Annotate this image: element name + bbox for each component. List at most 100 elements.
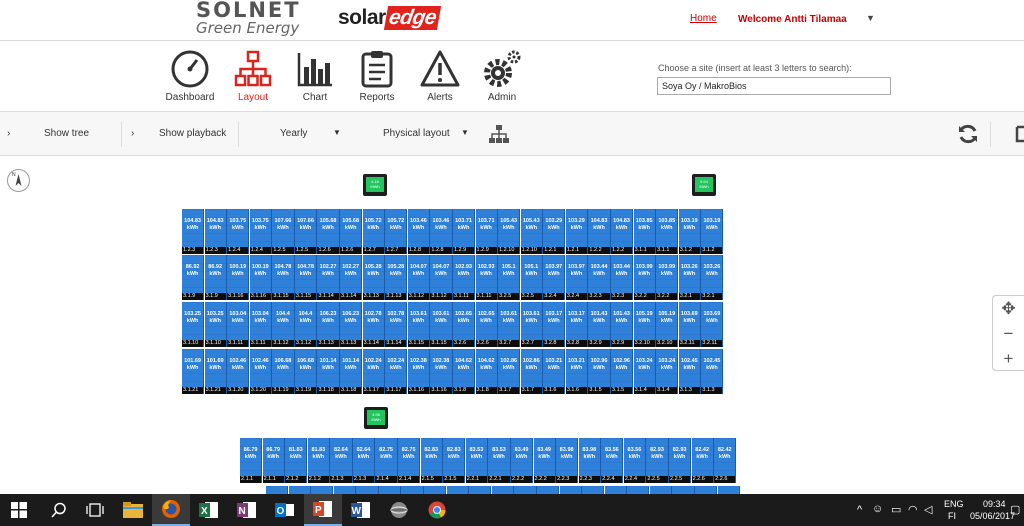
solar-panel[interactable]: 101.14 kWh 3.1.18 (317, 349, 340, 394)
solar-panel[interactable]: 103.69 kWh 3.2.11 (678, 302, 701, 347)
solar-panel[interactable]: 103.85 kWh 3.1.1 (633, 209, 656, 254)
solar-panel[interactable]: 82.64 kWh 2.1.3 (352, 438, 376, 483)
solar-panel[interactable]: 102.96 kWh 3.1.5 (610, 349, 634, 394)
solar-panel[interactable]: 82.75 kWh 2.1.4 (375, 438, 398, 483)
solar-panel[interactable]: 106.23 kWh 3.1.13 (340, 302, 363, 347)
solar-panel[interactable]: 106.68 kWh 3.1.19 (272, 349, 295, 394)
solar-panel[interactable] (491, 486, 514, 494)
outlook-icon[interactable]: O (266, 494, 304, 526)
solar-panel[interactable]: 82.93 kWh 2.2.5 (646, 438, 669, 483)
show-playback-button[interactable]: Show playback (159, 128, 226, 139)
word-icon[interactable]: W (342, 494, 380, 526)
file-explorer-icon[interactable] (114, 494, 152, 526)
solar-panel[interactable]: 86.79 kWh 2.1.1 (262, 438, 285, 483)
zoom-out-icon[interactable]: − (993, 321, 1024, 346)
solar-panel[interactable]: 102.96 kWh 3.1.5 (588, 349, 611, 394)
solar-panel[interactable]: 102.27 kWh 3.1.14 (340, 255, 363, 300)
solar-panel[interactable] (446, 486, 469, 494)
solar-panel[interactable]: 102.86 kWh 3.1.7 (520, 349, 543, 394)
solar-panel[interactable]: 104.83 kWh 1.2.3 (182, 209, 205, 254)
solar-panel[interactable]: 103.69 kWh 3.2.11 (701, 302, 724, 347)
solar-panel[interactable]: 104.83 kWh 1.2.3 (204, 209, 227, 254)
hierarchy-icon[interactable] (488, 124, 510, 147)
wifi-icon[interactable]: ◠ (908, 503, 918, 516)
solar-panel[interactable]: 103.44 kWh 3.2.3 (588, 255, 611, 300)
solar-panel[interactable]: 104.83 kWh 1.2.2 (610, 209, 634, 254)
solar-panel[interactable]: 102.45 kWh 3.1.3 (678, 349, 701, 394)
solar-panel[interactable]: 81.83 kWh 2.1.2 (285, 438, 308, 483)
solar-panel[interactable]: 102.45 kWh 3.1.3 (701, 349, 724, 394)
nav-alerts[interactable]: Alerts (410, 49, 470, 103)
solar-panel[interactable]: 86.92 kWh 3.1.9 (182, 255, 205, 300)
search-icon[interactable] (40, 494, 78, 526)
solar-panel[interactable]: 105.68 kWh 1.2.6 (340, 209, 363, 254)
solar-panel[interactable]: 101.69 kWh 3.1.21 (182, 349, 205, 394)
solar-panel[interactable]: 103.29 kWh 1.2.1 (565, 209, 589, 254)
solar-panel[interactable]: 103.61 kWh 3.2.7 (498, 302, 521, 347)
solar-panel[interactable]: 103.61 kWh 3.1.15 (407, 302, 430, 347)
solar-panel[interactable]: 103.97 kWh 3.2.4 (543, 255, 566, 300)
solar-panel[interactable]: 105.28 kWh 3.1.13 (362, 255, 385, 300)
solar-panel[interactable]: 102.38 kWh 3.1.16 (407, 349, 430, 394)
inverter[interactable]: 9.94 MWh (692, 174, 716, 196)
solar-panel[interactable]: 83.53 kWh 2.2.1 (465, 438, 488, 483)
solar-panel[interactable]: 105.1 kWh 3.2.5 (520, 255, 543, 300)
solar-panel[interactable]: 102.86 kWh 3.1.7 (498, 349, 521, 394)
pan-icon[interactable]: ✥ (993, 296, 1024, 321)
solar-panel[interactable]: 105.43 kWh 1.2.10 (520, 209, 543, 254)
solar-panel[interactable]: 82.64 kWh 2.1.3 (330, 438, 353, 483)
solar-panel[interactable]: 104.4 kWh 3.1.12 (294, 302, 318, 347)
solar-panel[interactable]: 103.19 kWh 3.1.2 (701, 209, 724, 254)
solar-panel[interactable]: 102.46 kWh 3.1.20 (249, 349, 272, 394)
nav-dashboard[interactable]: Dashboard (160, 49, 220, 103)
solar-panel[interactable] (288, 486, 311, 494)
solar-panel[interactable]: 81.83 kWh 2.1.2 (307, 438, 330, 483)
solar-panel[interactable]: 102.38 kWh 3.1.16 (430, 349, 453, 394)
solar-panel[interactable]: 103.99 kWh 3.2.2 (656, 255, 679, 300)
solar-panel[interactable]: 103.21 kWh 3.1.6 (565, 349, 589, 394)
solar-panel[interactable]: 102.24 kWh 3.1.17 (385, 349, 408, 394)
solar-panel[interactable]: 104.83 kWh 1.2.2 (588, 209, 611, 254)
solar-panel[interactable]: 82.42 kWh 2.2.6 (714, 438, 737, 483)
solar-panel[interactable]: 103.71 kWh 1.2.9 (452, 209, 476, 254)
app-sphere-icon[interactable] (380, 494, 418, 526)
solar-panel[interactable]: 100.19 kWh 3.1.16 (227, 255, 250, 300)
solar-panel[interactable]: 107.66 kWh 1.2.5 (272, 209, 295, 254)
solar-panel[interactable]: 82.42 kWh 2.2.6 (691, 438, 714, 483)
solar-panel[interactable]: 103.99 kWh 3.2.2 (633, 255, 656, 300)
solar-panel[interactable]: 102.24 kWh 3.1.17 (362, 349, 385, 394)
inverter[interactable]: 4.18 MWh (363, 174, 387, 196)
solar-panel[interactable]: 102.78 kWh 3.1.14 (385, 302, 408, 347)
solar-panel[interactable]: 103.25 kWh 3.1.10 (204, 302, 227, 347)
solar-panel[interactable]: 101.43 kWh 3.2.9 (610, 302, 634, 347)
solar-panel[interactable]: 103.26 kWh 3.2.1 (701, 255, 724, 300)
solar-panel[interactable] (378, 486, 402, 494)
solar-panel[interactable]: 104.4 kWh 3.1.12 (272, 302, 295, 347)
solar-panel[interactable] (469, 486, 492, 494)
solar-panel[interactable] (694, 486, 718, 494)
solar-panel[interactable]: 103.21 kWh 3.1.6 (543, 349, 566, 394)
solar-panel[interactable] (514, 486, 537, 494)
solar-panel[interactable]: 103.97 kWh 3.2.4 (565, 255, 589, 300)
solar-panel[interactable]: 103.61 kWh 3.2.7 (520, 302, 543, 347)
solar-panel[interactable]: 105.28 kWh 3.1.13 (385, 255, 408, 300)
inverter[interactable]: 4.96 MWh (364, 407, 388, 429)
solar-panel[interactable] (559, 486, 582, 494)
solar-panel[interactable]: 101.14 kWh 3.1.18 (340, 349, 363, 394)
solar-panel[interactable]: 82.83 kWh 2.1.5 (420, 438, 443, 483)
solar-panel[interactable]: 103.85 kWh 3.1.1 (656, 209, 679, 254)
solar-panel[interactable]: 83.49 kWh 2.2.2 (510, 438, 534, 483)
solar-panel[interactable]: 103.46 kWh 1.2.8 (430, 209, 453, 254)
tray-overflow-icon[interactable]: ^ (857, 504, 862, 516)
solar-panel[interactable]: 103.04 kWh 3.1.11 (227, 302, 250, 347)
solar-panel[interactable]: 105.1 kWh 3.2.5 (498, 255, 521, 300)
nav-chart[interactable]: Chart (285, 49, 345, 103)
nav-reports[interactable]: Reports (347, 49, 407, 103)
solar-panel[interactable]: 106.68 kWh 3.1.19 (294, 349, 318, 394)
solar-panel[interactable]: 106.23 kWh 3.1.13 (317, 302, 340, 347)
solar-panel[interactable] (672, 486, 695, 494)
solar-panel[interactable]: 82.75 kWh 2.1.4 (398, 438, 421, 483)
solar-panel[interactable]: 102.27 kWh 3.1.14 (317, 255, 340, 300)
solar-panel[interactable]: 83.49 kWh 2.2.2 (533, 438, 556, 483)
solar-panel[interactable]: 103.71 kWh 1.2.9 (475, 209, 498, 254)
